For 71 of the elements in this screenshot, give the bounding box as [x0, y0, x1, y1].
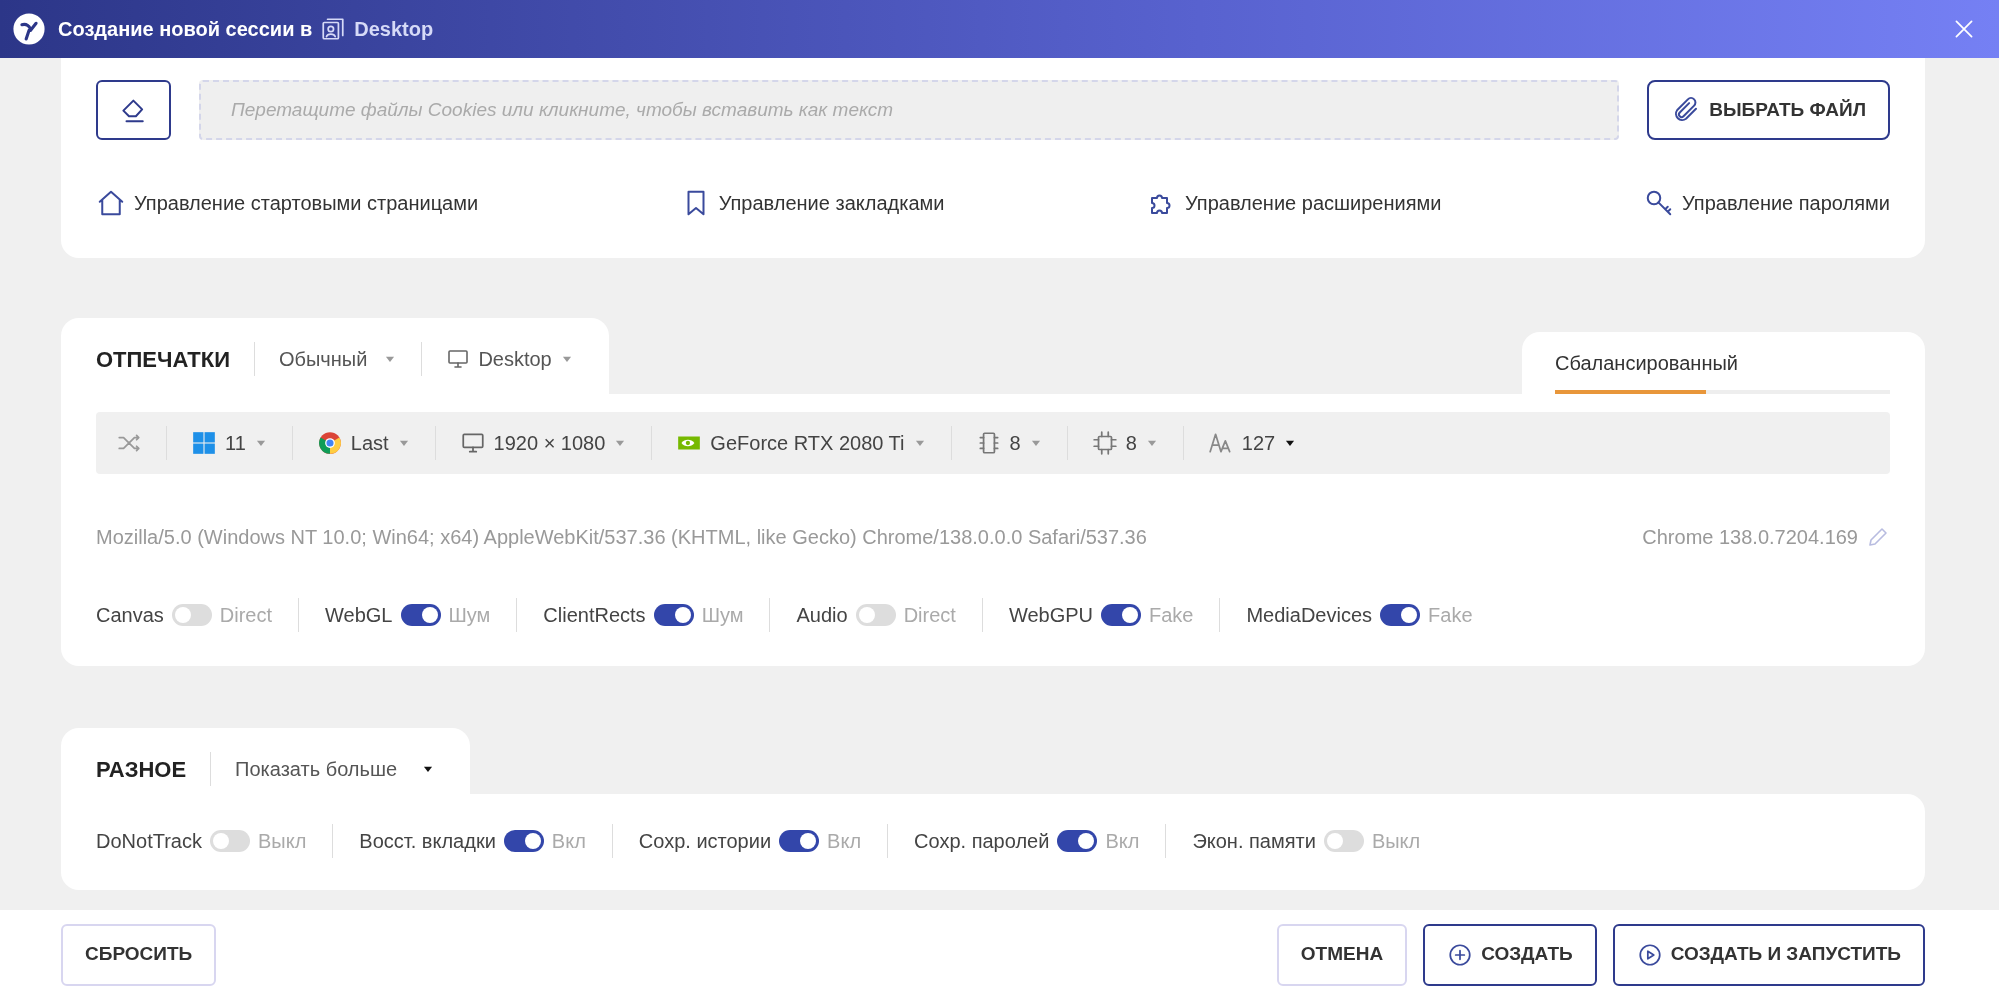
toolbar-dropdown[interactable]: 8 — [1091, 428, 1159, 458]
toggle-label: WebGPU — [1008, 603, 1093, 628]
toolbar-dropdown[interactable]: Last — [316, 428, 411, 458]
toggle-label: Экон. памяти — [1192, 829, 1316, 854]
toggle-state: Вкл — [827, 829, 862, 854]
manage-link[interactable]: Управление стартовыми страницами — [96, 188, 479, 218]
mode-dropdown[interactable]: Обычный — [278, 344, 398, 374]
toggle-switch[interactable] — [1101, 604, 1141, 626]
device-dropdown[interactable]: Desktop — [446, 344, 574, 374]
create-and-run-button[interactable]: СОЗДАТЬ И ЗАПУСТИТЬ — [1612, 923, 1925, 986]
cancel-button[interactable]: ОТМЕНА — [1276, 923, 1408, 986]
manage-link[interactable]: Управление закладками — [680, 188, 945, 218]
windows-logo-icon — [191, 430, 217, 456]
toggle-label: Canvas — [96, 603, 164, 628]
section-title: РАЗНОЕ — [96, 755, 187, 784]
toggle-switch[interactable] — [209, 830, 250, 852]
toggle-state: Шум — [448, 603, 491, 628]
toggle-label: MediaDevices — [1246, 603, 1373, 628]
house-icon — [96, 188, 126, 218]
cookies-drop-field[interactable]: Перетащите файлы Cookies или кликните, чтобы вставить как текст — [199, 80, 1620, 140]
play-circle-icon — [1636, 941, 1663, 968]
app-logo-icon — [12, 12, 46, 46]
cpu-icon — [1091, 430, 1118, 456]
toggle-switch[interactable] — [400, 604, 441, 626]
toolbar-dropdown[interactable]: 127 — [1207, 428, 1298, 458]
toggle-label: Сохр. паролей — [914, 829, 1050, 854]
toggle-label: Сохр. истории — [638, 829, 772, 854]
toggle-state: Direct — [903, 603, 956, 628]
browser-version: Chrome 138.0.7204.169 — [1642, 525, 1858, 550]
toggle-switch[interactable] — [779, 830, 820, 852]
toggle-switch[interactable] — [653, 604, 694, 626]
toolbar-dropdown[interactable]: GeForce RTX 2080 Ti — [676, 428, 927, 458]
toggle-label: Восст. вкладки — [359, 829, 496, 854]
toggle-switch[interactable] — [855, 604, 896, 626]
section-title: ОТПЕЧАТКИ — [96, 345, 230, 374]
toggle-state: Fake — [1428, 603, 1473, 628]
toggle-label: ClientRects — [543, 603, 646, 628]
toggle-switch[interactable] — [171, 604, 212, 626]
toggle-switch[interactable] — [1323, 830, 1364, 852]
create-button[interactable]: СОЗДАТЬ — [1423, 923, 1597, 986]
toggle-switch[interactable] — [1380, 604, 1421, 626]
toolbar-dropdown[interactable]: 8 — [975, 428, 1043, 458]
clear-button[interactable] — [96, 80, 171, 140]
toggle-state: Вкл — [1105, 829, 1140, 854]
toolbar-dropdown[interactable]: 1920 × 1080 — [459, 428, 628, 458]
monitor-icon — [459, 430, 486, 456]
profile-icon — [320, 16, 347, 42]
toggle-label: Audio — [796, 603, 848, 628]
manage-link[interactable]: Управление паролями — [1644, 188, 1890, 218]
toggle-state: Шум — [701, 603, 744, 628]
choose-file-button[interactable]: ВЫБРАТЬ ФАЙЛ — [1647, 80, 1890, 140]
toggle-switch[interactable] — [1057, 830, 1098, 852]
toggle-state: Выкл — [1371, 829, 1421, 854]
toggle-state: Вкл — [551, 829, 586, 854]
window-title: Создание новой сессии в — [58, 17, 313, 42]
chrome-logo-icon — [316, 430, 343, 456]
profile-level-label: Сбалансированный — [1555, 351, 1739, 376]
toggle-label: WebGL — [325, 603, 393, 628]
profile-name: Desktop — [354, 17, 434, 42]
show-more-dropdown[interactable]: Показать больше — [235, 754, 436, 784]
toggle-state: Выкл — [257, 829, 307, 854]
toggle-state: Direct — [219, 603, 273, 628]
toggle-state: Fake — [1149, 603, 1194, 628]
toolbar-dropdown[interactable]: 11 — [191, 428, 268, 458]
manage-link[interactable]: Управление расширениями — [1147, 188, 1442, 218]
reset-button[interactable]: СБРОСИТЬ — [61, 923, 217, 986]
user-agent-text: Mozilla/5.0 (Windows NT 10.0; Win64; x64) AppleWebKit/537.36 (KHTML, like Gecko) Chrome/138.0.0.0 Safari/537.36 — [96, 525, 1147, 550]
toggle-label: DoNotTrack — [96, 829, 202, 854]
toggle-switch[interactable] — [503, 830, 544, 852]
plus-circle-icon — [1447, 941, 1474, 968]
monitor-icon — [446, 347, 471, 371]
